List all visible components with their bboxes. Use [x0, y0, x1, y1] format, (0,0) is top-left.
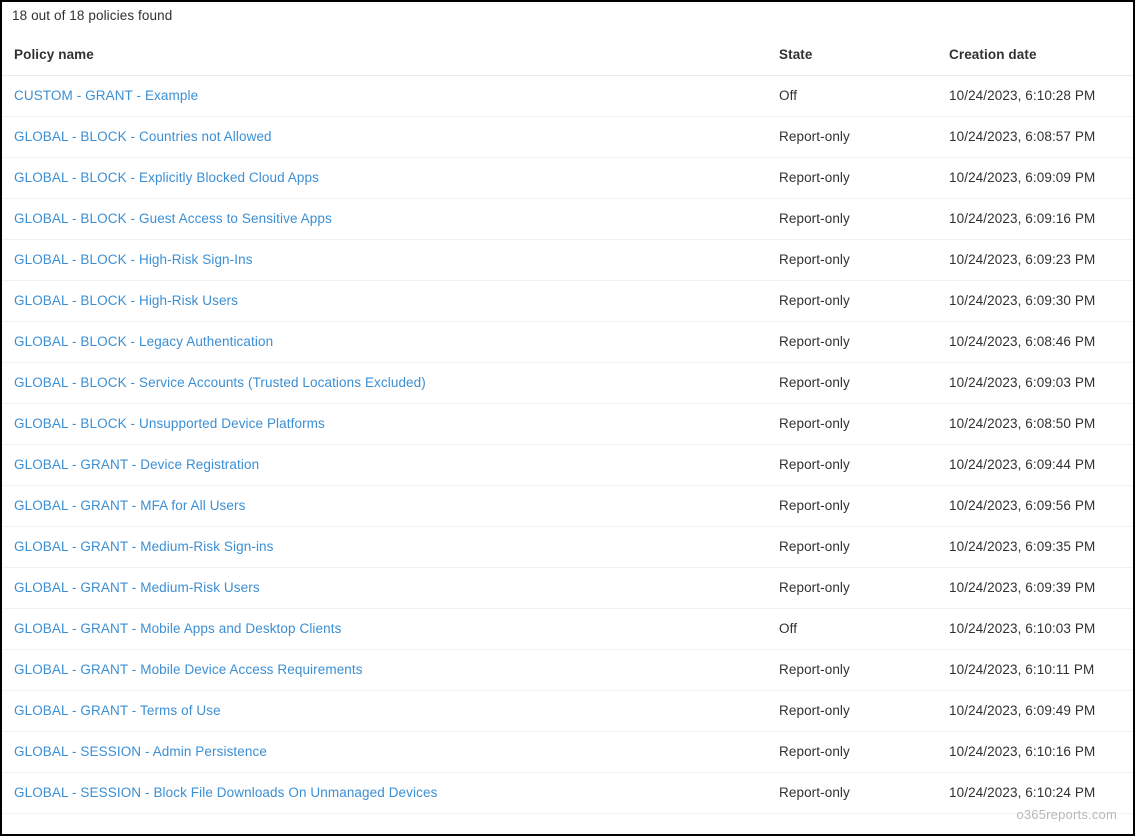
table-row[interactable]: GLOBAL - GRANT - Mobile Apps and Desktop…: [2, 608, 1133, 650]
table-row[interactable]: GLOBAL - BLOCK - Unsupported Device Plat…: [2, 403, 1133, 445]
policy-creation-date-cell: 10/24/2023, 6:10:11 PM: [937, 649, 1133, 691]
policy-name-link[interactable]: GLOBAL - GRANT - MFA for All Users: [14, 498, 245, 513]
policy-name-link[interactable]: GLOBAL - GRANT - Mobile Apps and Desktop…: [14, 621, 341, 636]
policy-creation-date-cell: 10/24/2023, 6:09:30 PM: [937, 280, 1133, 322]
policy-creation-date-cell: 10/24/2023, 6:09:35 PM: [937, 526, 1133, 568]
policy-creation-date-cell: 10/24/2023, 6:09:16 PM: [937, 198, 1133, 240]
policy-state-cell: Report-only: [765, 362, 937, 404]
policy-state-cell: Report-only: [765, 444, 937, 486]
policy-name-cell: GLOBAL - GRANT - Mobile Device Access Re…: [2, 649, 765, 691]
policy-name-cell: GLOBAL - SESSION - Block File Downloads …: [2, 772, 765, 814]
table-row[interactable]: GLOBAL - GRANT - Medium-Risk Users Report…: [2, 567, 1133, 609]
policy-state-cell: Report-only: [765, 772, 937, 814]
policy-name-cell: GLOBAL - BLOCK - Guest Access to Sensiti…: [2, 198, 765, 240]
table-row[interactable]: GLOBAL - BLOCK - Explicitly Blocked Clou…: [2, 157, 1133, 199]
table-row[interactable]: GLOBAL - GRANT - Medium-Risk Sign-ins Rep…: [2, 526, 1133, 568]
policy-name-cell: GLOBAL - GRANT - Device Registration: [2, 444, 765, 486]
policy-name-link[interactable]: GLOBAL - BLOCK - Guest Access to Sensiti…: [14, 211, 332, 226]
policy-creation-date-cell: 10/24/2023, 6:08:57 PM: [937, 116, 1133, 158]
policy-state-cell: Report-only: [765, 731, 937, 773]
policy-name-cell: GLOBAL - GRANT - Terms of Use: [2, 690, 765, 732]
policy-name-link[interactable]: GLOBAL - BLOCK - Explicitly Blocked Clou…: [14, 170, 319, 185]
policy-name-link[interactable]: GLOBAL - GRANT - Medium-Risk Users: [14, 580, 260, 595]
policy-state-cell: Report-only: [765, 239, 937, 281]
policy-name-link[interactable]: CUSTOM - GRANT - Example: [14, 88, 198, 103]
policy-creation-date-cell: 10/24/2023, 6:09:23 PM: [937, 239, 1133, 281]
column-header-creation-date[interactable]: Creation date: [937, 35, 1133, 76]
policy-name-link[interactable]: GLOBAL - GRANT - Medium-Risk Sign-ins: [14, 539, 274, 554]
policy-creation-date-cell: 10/24/2023, 6:10:28 PM: [937, 75, 1133, 117]
policy-name-cell: GLOBAL - GRANT - MFA for All Users: [2, 485, 765, 527]
table-row[interactable]: GLOBAL - SESSION - Block File Downloads …: [2, 772, 1133, 814]
policy-name-link[interactable]: GLOBAL - BLOCK - Countries not Allowed: [14, 129, 272, 144]
table-row[interactable]: GLOBAL - GRANT - Device Registration Repo…: [2, 444, 1133, 486]
table-row[interactable]: GLOBAL - BLOCK - Countries not Allowed Re…: [2, 116, 1133, 158]
policy-name-cell: GLOBAL - BLOCK - Unsupported Device Plat…: [2, 403, 765, 445]
policy-name-cell: GLOBAL - BLOCK - High-Risk Sign-Ins: [2, 239, 765, 281]
policy-name-cell: GLOBAL - BLOCK - Countries not Allowed: [2, 116, 765, 158]
table-row[interactable]: GLOBAL - SESSION - Admin Persistence Repo…: [2, 731, 1133, 773]
policy-state-cell: Report-only: [765, 198, 937, 240]
policy-state-cell: Report-only: [765, 649, 937, 691]
policy-state-cell: Report-only: [765, 403, 937, 445]
table-row[interactable]: GLOBAL - BLOCK - High-Risk Users Report-o…: [2, 280, 1133, 322]
policy-name-link[interactable]: GLOBAL - BLOCK - Unsupported Device Plat…: [14, 416, 325, 431]
policy-state-cell: Report-only: [765, 567, 937, 609]
policy-name-cell: GLOBAL - BLOCK - High-Risk Users: [2, 280, 765, 322]
policy-creation-date-cell: 10/24/2023, 6:09:56 PM: [937, 485, 1133, 527]
policy-creation-date-cell: 10/24/2023, 6:10:16 PM: [937, 731, 1133, 773]
policy-creation-date-cell: 10/24/2023, 6:09:03 PM: [937, 362, 1133, 404]
table-row[interactable]: GLOBAL - BLOCK - Service Accounts (Trust…: [2, 362, 1133, 404]
table-row[interactable]: GLOBAL - BLOCK - Guest Access to Sensiti…: [2, 198, 1133, 240]
policy-name-link[interactable]: GLOBAL - BLOCK - Legacy Authentication: [14, 334, 273, 349]
policy-state-cell: Report-only: [765, 157, 937, 199]
policy-creation-date-cell: 10/24/2023, 6:10:24 PM: [937, 772, 1133, 814]
policy-name-link[interactable]: GLOBAL - GRANT - Terms of Use: [14, 703, 221, 718]
policy-name-cell: GLOBAL - GRANT - Medium-Risk Sign-ins: [2, 526, 765, 568]
policy-state-cell: Report-only: [765, 485, 937, 527]
table-row[interactable]: GLOBAL - GRANT - Mobile Device Access Re…: [2, 649, 1133, 691]
policy-state-cell: Report-only: [765, 280, 937, 322]
policy-name-link[interactable]: GLOBAL - GRANT - Device Registration: [14, 457, 259, 472]
policy-name-cell: GLOBAL - GRANT - Medium-Risk Users: [2, 567, 765, 609]
table-header: Policy name State Creation date: [2, 35, 1133, 76]
policy-creation-date-cell: 10/24/2023, 6:09:49 PM: [937, 690, 1133, 732]
table-row[interactable]: GLOBAL - BLOCK - High-Risk Sign-Ins Repor…: [2, 239, 1133, 281]
result-count-label: 18 out of 18 policies found: [12, 8, 173, 23]
policy-name-cell: CUSTOM - GRANT - Example: [2, 75, 765, 117]
policies-table: Policy name State Creation date CUSTOM -…: [2, 35, 1133, 814]
policy-creation-date-cell: 10/24/2023, 6:08:50 PM: [937, 403, 1133, 445]
policy-name-cell: GLOBAL - BLOCK - Explicitly Blocked Clou…: [2, 157, 765, 199]
table-row[interactable]: GLOBAL - GRANT - Terms of Use Report-only…: [2, 690, 1133, 732]
table-body: CUSTOM - GRANT - Example Off 10/24/2023, 6…: [2, 75, 1133, 814]
policy-creation-date-cell: 10/24/2023, 6:09:39 PM: [937, 567, 1133, 609]
column-header-state[interactable]: State: [765, 35, 937, 76]
policy-name-link[interactable]: GLOBAL - GRANT - Mobile Device Access Re…: [14, 662, 363, 677]
policy-name-cell: GLOBAL - BLOCK - Legacy Authentication: [2, 321, 765, 363]
table-header-row: Policy name State Creation date: [2, 35, 1133, 76]
policy-name-cell: GLOBAL - SESSION - Admin Persistence: [2, 731, 765, 773]
policy-name-link[interactable]: GLOBAL - BLOCK - High-Risk Sign-Ins: [14, 252, 253, 267]
policy-creation-date-cell: 10/24/2023, 6:09:09 PM: [937, 157, 1133, 199]
policy-creation-date-cell: 10/24/2023, 6:08:46 PM: [937, 321, 1133, 363]
table-row[interactable]: CUSTOM - GRANT - Example Off 10/24/2023, 6…: [2, 75, 1133, 117]
policy-state-cell: Report-only: [765, 321, 937, 363]
policy-creation-date-cell: 10/24/2023, 6:09:44 PM: [937, 444, 1133, 486]
table-row[interactable]: GLOBAL - BLOCK - Legacy Authentication Re…: [2, 321, 1133, 363]
table-row[interactable]: GLOBAL - GRANT - MFA for All Users Report…: [2, 485, 1133, 527]
policy-name-link[interactable]: GLOBAL - SESSION - Admin Persistence: [14, 744, 267, 759]
column-header-policy-name[interactable]: Policy name: [2, 35, 765, 76]
policy-name-cell: GLOBAL - BLOCK - Service Accounts (Trust…: [2, 362, 765, 404]
policy-name-link[interactable]: GLOBAL - BLOCK - Service Accounts (Trust…: [14, 375, 426, 390]
policy-state-cell: Report-only: [765, 116, 937, 158]
policy-state-cell: Off: [765, 75, 937, 117]
policy-state-cell: Off: [765, 608, 937, 650]
policy-name-link[interactable]: GLOBAL - SESSION - Block File Downloads …: [14, 785, 437, 800]
policy-list-screen: 18 out of 18 policies found Policy name …: [0, 0, 1135, 836]
policy-creation-date-cell: 10/24/2023, 6:10:03 PM: [937, 608, 1133, 650]
policy-name-cell: GLOBAL - GRANT - Mobile Apps and Desktop…: [2, 608, 765, 650]
policy-state-cell: Report-only: [765, 526, 937, 568]
policy-name-link[interactable]: GLOBAL - BLOCK - High-Risk Users: [14, 293, 238, 308]
policy-state-cell: Report-only: [765, 690, 937, 732]
